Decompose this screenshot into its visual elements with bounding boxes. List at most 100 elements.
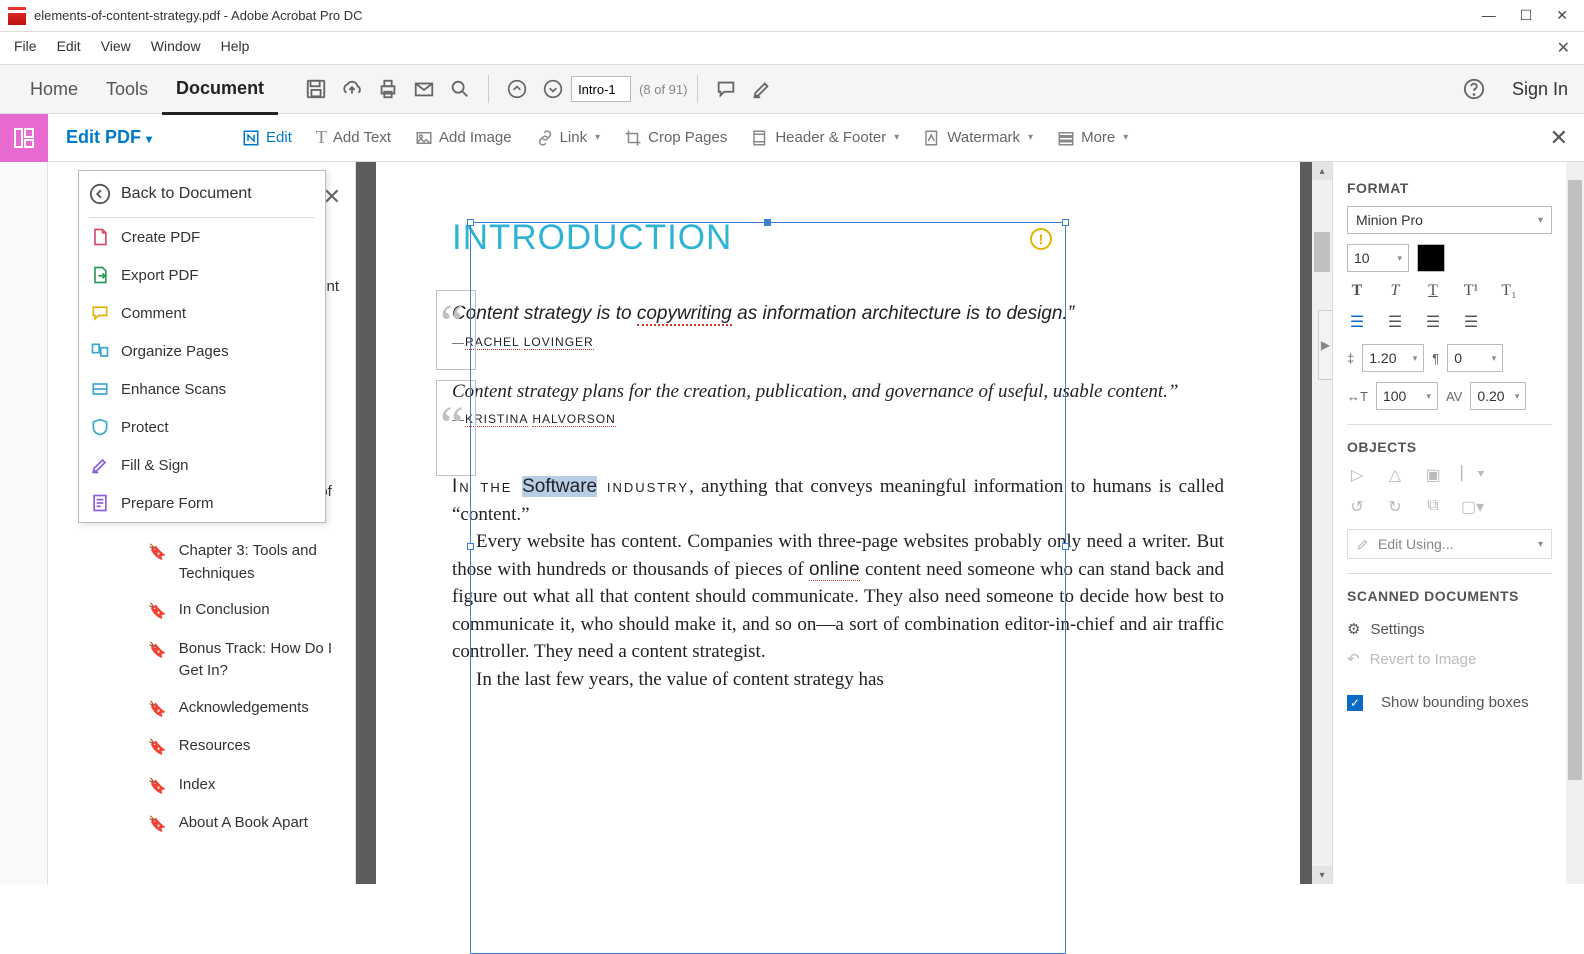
popup-export-pdf[interactable]: Export PDF <box>79 256 325 294</box>
save-icon[interactable] <box>301 74 331 104</box>
outline-item[interactable]: 🔖Acknowledgements <box>148 690 345 729</box>
popup-protect[interactable]: Protect <box>79 408 325 446</box>
document-viewport[interactable]: INTRODUCTION ! “ Content strategy is to … <box>356 162 1332 884</box>
menubar: File Edit View Window Help ✕ <box>0 32 1584 64</box>
back-to-document-button[interactable]: Back to Document <box>79 171 325 217</box>
page[interactable]: INTRODUCTION ! “ Content strategy is to … <box>376 162 1300 884</box>
align-center-icon[interactable]: ☰ <box>1385 312 1405 332</box>
minimize-button[interactable]: — <box>1482 7 1496 24</box>
page-down-icon[interactable] <box>538 74 568 104</box>
watermark-tool[interactable]: Watermark▾ <box>911 129 1045 147</box>
collapse-right-panel-tab[interactable]: ▶ <box>1318 310 1332 380</box>
gear-icon: ⚙ <box>1347 620 1360 638</box>
subscript-icon[interactable]: T₁ <box>1499 282 1519 300</box>
replace-image-icon[interactable]: ⧉ <box>1423 497 1443 517</box>
align-right-icon[interactable]: ☰ <box>1423 312 1443 332</box>
tab-tools[interactable]: Tools <box>92 65 162 113</box>
main-toolbar: Home Tools Document (8 of 91) Sign In <box>0 64 1584 114</box>
outline-item[interactable]: 🔖In Conclusion <box>148 592 345 631</box>
crop-pages-tool[interactable]: Crop Pages <box>612 129 739 147</box>
para-spacing-input[interactable]: 0▾ <box>1447 344 1503 372</box>
more-tool[interactable]: More▾ <box>1045 129 1140 147</box>
italic-icon[interactable]: T <box>1385 282 1405 300</box>
underline-icon[interactable]: T <box>1423 282 1443 300</box>
close-document-button[interactable]: ✕ <box>1557 38 1570 58</box>
popup-prepare-form[interactable]: Prepare Form <box>79 484 325 522</box>
print-icon[interactable] <box>373 74 403 104</box>
outline-item[interactable]: 🔖Resources <box>148 728 345 767</box>
menu-file[interactable]: File <box>14 38 37 58</box>
char-spacing-input[interactable]: 0.20▾ <box>1470 382 1526 410</box>
rotate-ccw-icon[interactable]: ↺ <box>1347 497 1367 517</box>
line-spacing-input[interactable]: 1.20▾ <box>1362 344 1424 372</box>
right-panel-scrollbar[interactable] <box>1566 162 1584 884</box>
objects-heading: OBJECTS <box>1347 439 1552 455</box>
bookmarks-outline: 🔖Chapter 2: The Craft of Content Strateg… <box>148 474 345 844</box>
page-up-icon[interactable] <box>502 74 532 104</box>
menu-window[interactable]: Window <box>151 38 201 58</box>
font-color-picker[interactable] <box>1417 244 1445 272</box>
outline-item[interactable]: 🔖Chapter 3: Tools and Techniques <box>148 533 345 592</box>
comment-bubble-icon[interactable] <box>711 74 741 104</box>
left-rail <box>0 162 48 884</box>
rotate-cw-icon[interactable]: ↻ <box>1385 497 1405 517</box>
add-image-tool[interactable]: Add Image <box>403 129 524 147</box>
bold-icon[interactable]: T <box>1347 282 1367 300</box>
scanned-settings-button[interactable]: ⚙Settings <box>1347 614 1552 644</box>
arrange-icon[interactable]: ▢▾ <box>1461 497 1481 517</box>
font-size-input[interactable]: 10▾ <box>1347 244 1409 272</box>
menu-help[interactable]: Help <box>221 38 250 58</box>
sign-in-button[interactable]: Sign In <box>1512 79 1568 100</box>
right-panel: FORMAT Minion Pro▾ 10▾ T T T T¹ T₁ ☰ ☰ ☰… <box>1332 162 1584 884</box>
sign-pen-icon[interactable] <box>747 74 777 104</box>
search-icon[interactable] <box>445 74 475 104</box>
maximize-button[interactable]: ☐ <box>1520 7 1533 24</box>
menu-view[interactable]: View <box>101 38 131 58</box>
superscript-icon[interactable]: T¹ <box>1461 282 1481 300</box>
link-tool[interactable]: Link▾ <box>524 129 613 147</box>
mail-icon[interactable] <box>409 74 439 104</box>
font-dropdown[interactable]: Minion Pro▾ <box>1347 206 1552 234</box>
revert-to-image-button[interactable]: ↶Revert to Image <box>1347 644 1552 674</box>
edit-using-dropdown[interactable]: Edit Using... ▾ <box>1347 529 1552 559</box>
outline-item[interactable]: 🔖About A Book Apart <box>148 805 345 844</box>
popup-comment[interactable]: Comment <box>79 294 325 332</box>
popup-create-pdf[interactable]: Create PDF <box>79 218 325 256</box>
show-bounding-checkbox[interactable]: ✓Show bounding boxes <box>1347 688 1552 717</box>
align-objects-icon[interactable]: ⎸▾ <box>1461 465 1481 485</box>
crop-object-icon[interactable]: ▣ <box>1423 465 1443 485</box>
hscale-input[interactable]: 100▾ <box>1376 382 1438 410</box>
outline-item[interactable]: 🔖Bonus Track: How Do I Get In? <box>148 631 345 690</box>
popup-enhance-scans[interactable]: Enhance Scans <box>79 370 325 408</box>
close-button[interactable]: ✕ <box>1556 7 1568 24</box>
popup-fill-sign[interactable]: Fill & Sign <box>79 446 325 484</box>
menu-edit[interactable]: Edit <box>57 38 81 58</box>
edit-pdf-mode-icon[interactable] <box>0 114 48 162</box>
scanned-heading: SCANNED DOCUMENTS <box>1347 588 1552 604</box>
header-footer-tool[interactable]: Header & Footer▾ <box>739 129 911 147</box>
cloud-upload-icon[interactable] <box>337 74 367 104</box>
align-left-icon[interactable]: ☰ <box>1347 312 1367 332</box>
text-selection-frame[interactable] <box>470 222 1066 954</box>
tab-document[interactable]: Document <box>162 64 278 115</box>
edit-pdf-toolbar: Edit PDF ▾ Edit TAdd Text Add Image Link… <box>0 114 1584 162</box>
align-justify-icon[interactable]: ☰ <box>1461 312 1481 332</box>
add-text-tool[interactable]: TAdd Text <box>304 127 403 148</box>
page-number-input[interactable] <box>571 76 631 102</box>
page-count: (8 of 91) <box>639 82 687 97</box>
hscale-icon: ↔T <box>1347 389 1368 404</box>
edit-pdf-title[interactable]: Edit PDF ▾ <box>48 127 170 148</box>
close-edit-tool-button[interactable]: ✕ <box>1550 125 1568 151</box>
quote-mark-icon: “ <box>440 292 464 354</box>
popup-organize-pages[interactable]: Organize Pages <box>79 332 325 370</box>
left-panel: ✕ tent Back to Document Create PDF Expor… <box>0 162 356 884</box>
char-spacing-icon: AV <box>1446 389 1462 404</box>
flip-h-icon[interactable]: ▷ <box>1347 465 1367 485</box>
tab-home[interactable]: Home <box>16 65 92 113</box>
help-icon[interactable] <box>1459 74 1489 104</box>
window-title: elements-of-content-strategy.pdf - Adobe… <box>34 8 1482 23</box>
vertical-scrollbar[interactable]: ▴ ▾ <box>1312 162 1332 884</box>
outline-item[interactable]: 🔖Index <box>148 767 345 806</box>
edit-tool[interactable]: Edit <box>230 129 304 147</box>
flip-v-icon[interactable]: △ <box>1385 465 1405 485</box>
